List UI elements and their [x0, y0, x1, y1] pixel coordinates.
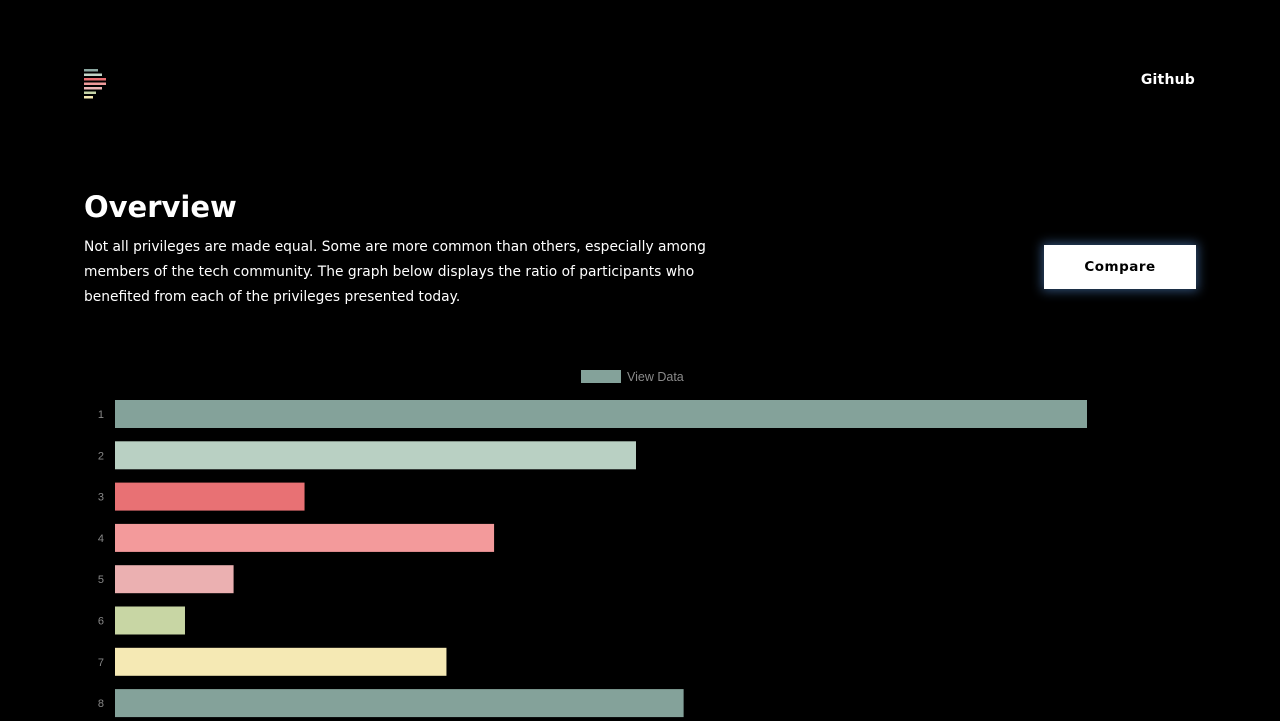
logo-bar: [84, 91, 96, 94]
page-title: Overview: [84, 190, 237, 224]
y-tick-label: 7: [98, 657, 104, 669]
bar-6[interactable]: [115, 606, 185, 635]
y-tick-label: 8: [98, 698, 104, 710]
privilege-bar-chart: View Data 1 2 3 4 5 6 7 8: [98, 370, 1087, 718]
logo-bar: [84, 73, 102, 76]
logo-bar: [84, 69, 98, 72]
chart-legend[interactable]: View Data: [581, 370, 684, 384]
y-tick-label: 3: [98, 492, 104, 504]
logo-bar: [84, 96, 93, 99]
y-tick-label: 4: [98, 533, 104, 545]
bar-8[interactable]: [115, 689, 684, 718]
y-tick-label: 1: [98, 409, 104, 421]
compare-button[interactable]: Compare: [1044, 245, 1196, 289]
overview-description: Not all privileges are made equal. Some …: [84, 239, 706, 305]
bar-1[interactable]: [115, 400, 1087, 428]
bar-4[interactable]: [115, 523, 495, 552]
logo-bar: [84, 87, 102, 90]
bar-2[interactable]: [115, 441, 636, 470]
logo-bar: [84, 78, 106, 81]
logo-icon[interactable]: [84, 69, 108, 103]
y-tick-label: 5: [98, 574, 104, 586]
legend-label: View Data: [627, 370, 684, 384]
bar-5[interactable]: [115, 565, 234, 594]
legend-swatch: [581, 370, 621, 383]
github-link[interactable]: Github: [1141, 72, 1195, 88]
y-tick-label: 6: [98, 616, 104, 628]
logo-bar: [84, 82, 106, 85]
y-tick-label: 2: [98, 450, 104, 462]
bar-3[interactable]: [115, 482, 305, 511]
bar-7[interactable]: [115, 647, 447, 676]
